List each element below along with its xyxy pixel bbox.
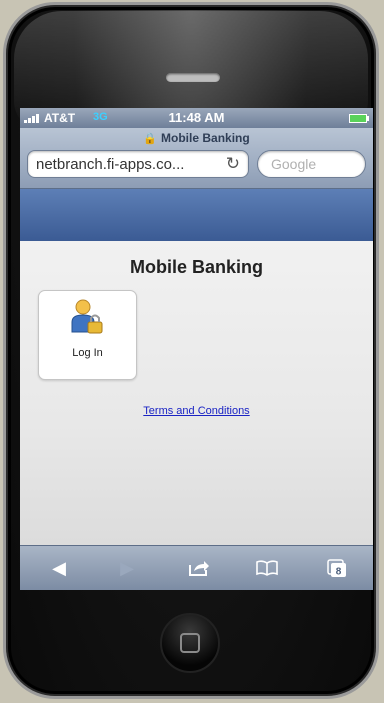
status-bar: AT&T 3G 11:48 AM	[20, 108, 373, 128]
battery-icon	[349, 114, 369, 123]
lock-icon: 🔒	[143, 133, 158, 145]
status-time: 11:48 AM	[168, 110, 225, 125]
browser-toolbar: ◀ ▶ 8	[20, 545, 373, 590]
home-button[interactable]	[160, 613, 220, 673]
page-title: Mobile Banking	[129, 257, 263, 277]
bookmarks-icon[interactable]	[252, 556, 282, 580]
back-icon[interactable]: ◀	[44, 556, 74, 580]
browser-page-title-text: Mobile Banking	[161, 131, 250, 145]
home-square-icon	[180, 633, 200, 653]
address-field[interactable]: netbranch.fi-apps.co... ↻	[27, 150, 249, 178]
address-text: netbranch.fi-apps.co...	[36, 156, 185, 173]
login-label: Log In	[72, 347, 103, 359]
tabs-icon[interactable]: 8	[322, 556, 352, 580]
earpiece-speaker	[166, 73, 220, 82]
forward-icon: ▶	[120, 558, 134, 578]
tabs-count: 8	[336, 567, 342, 578]
browser-page-title: 🔒 Mobile Banking	[20, 131, 373, 145]
browser-address-area: 🔒 Mobile Banking netbranch.fi-apps.co... …	[20, 128, 373, 189]
search-placeholder: Google	[271, 156, 317, 172]
search-field[interactable]: Google	[257, 150, 366, 178]
share-icon[interactable]	[184, 556, 214, 580]
user-lock-icon	[71, 299, 103, 334]
phone-screen: AT&T 3G 11:48 AM 🔒 Mobile Banking netbran…	[20, 108, 373, 590]
site-banner	[20, 189, 373, 241]
page-content: Mobile Banking Log In Terms and Conditio…	[20, 241, 373, 545]
reload-icon[interactable]: ↻	[226, 154, 240, 174]
terms-link[interactable]: Terms and Conditions	[20, 405, 373, 417]
login-button[interactable]: Log In	[38, 290, 137, 380]
